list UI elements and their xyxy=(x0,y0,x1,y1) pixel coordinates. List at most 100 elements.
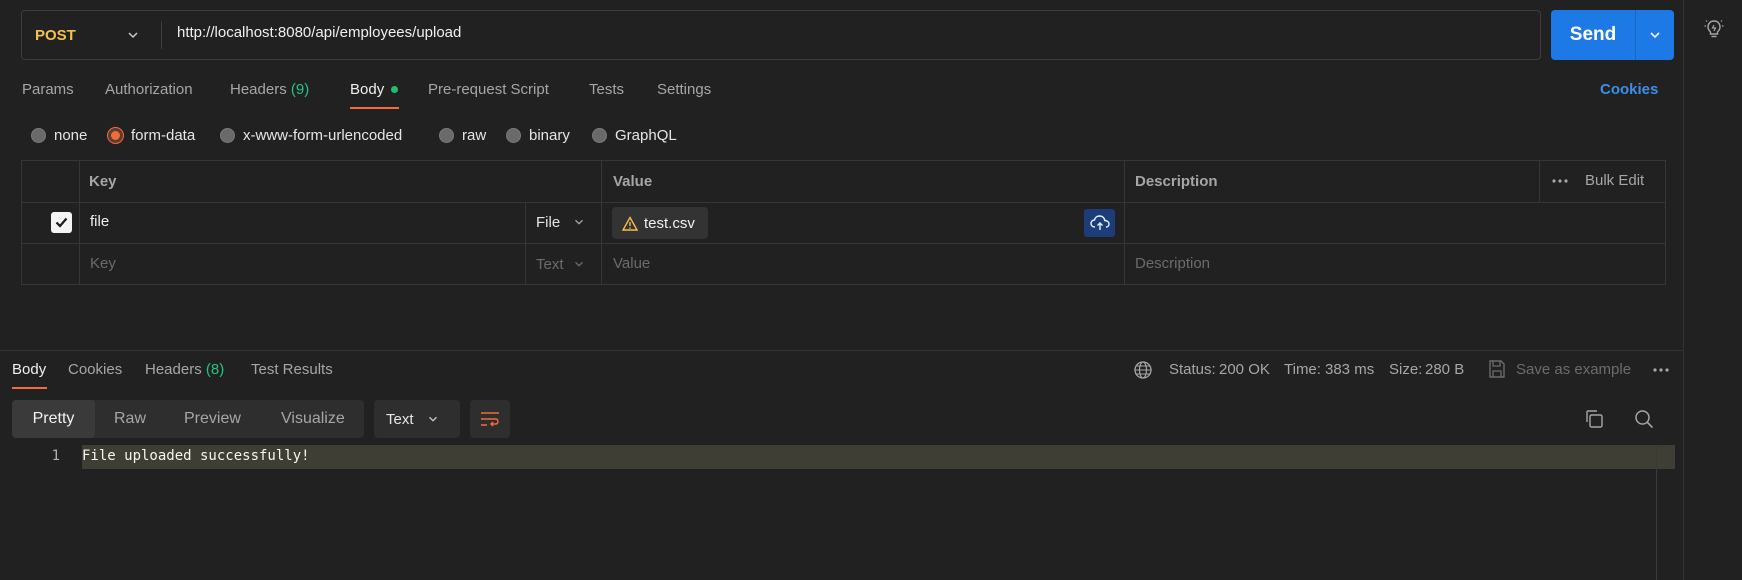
radio-form-data[interactable]: form-data xyxy=(108,127,195,144)
highlighted-line xyxy=(82,445,1675,469)
new-type-select[interactable]: Text xyxy=(536,256,564,273)
response-format-select[interactable]: Text xyxy=(374,400,460,438)
response-tab-body[interactable]: Body xyxy=(12,361,46,378)
radio-label: form-data xyxy=(131,127,196,144)
chevron-down-icon xyxy=(575,261,583,267)
divider xyxy=(21,202,1666,203)
body-modified-indicator xyxy=(391,86,398,93)
radio-label: x-www-form-urlencoded xyxy=(243,127,403,144)
lightbulb-icon[interactable] xyxy=(1703,18,1725,40)
time-label: Time: xyxy=(1284,361,1321,378)
warning-icon xyxy=(622,215,638,231)
tab-headers-label: Headers xyxy=(230,81,287,98)
form-data-table xyxy=(21,160,1666,285)
tab-prerequest-script[interactable]: Pre-request Script xyxy=(428,81,549,98)
divider xyxy=(79,160,80,285)
file-chip[interactable]: test.csv xyxy=(612,207,708,239)
chevron-down-icon xyxy=(575,219,583,225)
divider xyxy=(21,243,1666,244)
format-label: Text xyxy=(386,410,414,428)
tab-body[interactable]: Body xyxy=(350,81,384,98)
radio-x-www-form-urlencoded[interactable]: x-www-form-urlencoded xyxy=(220,127,402,144)
wrap-lines-button[interactable] xyxy=(470,400,510,438)
size-label: Size: xyxy=(1389,361,1423,378)
column-header-value: Value xyxy=(613,173,653,190)
pane-divider[interactable] xyxy=(0,350,1683,351)
radio-label: binary xyxy=(529,127,570,144)
upload-file-button[interactable] xyxy=(1084,209,1115,237)
radio-button[interactable] xyxy=(506,128,521,143)
tab-settings[interactable]: Settings xyxy=(657,81,711,98)
new-description-input[interactable]: Description xyxy=(1135,255,1210,272)
view-visualize-button[interactable]: Visualize xyxy=(281,410,345,428)
tab-headers[interactable]: Headers (9) xyxy=(230,81,309,98)
view-preview-button[interactable]: Preview xyxy=(184,410,241,428)
save-as-example-button[interactable]: Save as example xyxy=(1516,361,1631,378)
radio-label: raw xyxy=(462,127,487,144)
response-tab-headers-label: Headers xyxy=(145,361,202,378)
globe-icon[interactable] xyxy=(1133,360,1153,380)
copy-icon[interactable] xyxy=(1584,409,1604,429)
radio-none[interactable]: none xyxy=(31,127,87,144)
url-input[interactable] xyxy=(177,24,1477,41)
send-label: Send xyxy=(1569,24,1617,45)
response-headers-count: (8) xyxy=(205,361,225,378)
cookies-link[interactable]: Cookies xyxy=(1600,81,1658,98)
tab-tests[interactable]: Tests xyxy=(589,81,624,98)
chevron-down-icon xyxy=(128,32,138,39)
file-name: test.csv xyxy=(644,214,695,232)
radio-binary[interactable]: binary xyxy=(506,127,570,144)
time-value[interactable]: 383 ms xyxy=(1325,361,1374,378)
row-enabled-checkbox[interactable] xyxy=(51,212,72,233)
divider xyxy=(1539,160,1540,202)
send-options-button[interactable] xyxy=(1636,27,1674,43)
line-number: 1 xyxy=(51,448,60,464)
radio-button[interactable] xyxy=(592,128,607,143)
search-icon[interactable] xyxy=(1634,409,1654,429)
radio-button-selected[interactable] xyxy=(108,128,123,143)
radio-label: none xyxy=(54,127,88,144)
divider xyxy=(601,160,602,285)
radio-raw[interactable]: raw xyxy=(439,127,486,144)
more-options-icon[interactable] xyxy=(1551,173,1569,189)
radio-label: GraphQL xyxy=(615,127,677,144)
radio-button[interactable] xyxy=(31,128,46,143)
size-value[interactable]: 280 B xyxy=(1425,361,1464,378)
row-type-select[interactable]: File xyxy=(536,214,560,231)
cloud-upload-icon xyxy=(1089,215,1110,230)
chevron-down-icon xyxy=(1650,32,1660,39)
response-tab-headers[interactable]: Headers (8) xyxy=(145,361,224,378)
column-header-description: Description xyxy=(1135,173,1218,190)
new-key-input[interactable]: Key xyxy=(90,255,116,272)
divider xyxy=(1124,160,1125,285)
method-select[interactable]: POST xyxy=(21,10,161,60)
divider xyxy=(525,202,526,285)
tab-params[interactable]: Params xyxy=(22,81,74,98)
status-value[interactable]: 200 OK xyxy=(1219,361,1270,378)
radio-button[interactable] xyxy=(439,128,454,143)
tab-authorization[interactable]: Authorization xyxy=(105,81,193,98)
scrollbar[interactable] xyxy=(1656,445,1657,580)
response-tab-cookies[interactable]: Cookies xyxy=(68,361,122,378)
more-options-icon[interactable] xyxy=(1652,362,1670,378)
radio-graphql[interactable]: GraphQL xyxy=(592,127,677,144)
wrap-lines-icon xyxy=(481,412,499,427)
headers-count: (9) xyxy=(290,81,310,98)
row-key[interactable]: file xyxy=(90,213,109,230)
view-raw-button[interactable]: Raw xyxy=(114,410,146,428)
bulk-edit-button[interactable]: Bulk Edit xyxy=(1585,172,1644,189)
right-sidebar xyxy=(1683,0,1742,580)
active-tab-underline xyxy=(12,387,47,389)
check-icon xyxy=(55,217,68,228)
divider xyxy=(161,21,162,49)
response-body-text[interactable]: File uploaded successfully! xyxy=(82,448,310,464)
active-tab-underline xyxy=(350,107,399,109)
send-button[interactable]: Send xyxy=(1551,10,1674,60)
new-value-input[interactable]: Value xyxy=(613,255,650,272)
method-label: POST xyxy=(35,26,76,44)
chevron-down-icon xyxy=(428,416,437,422)
column-header-key: Key xyxy=(89,173,117,190)
view-pretty-button[interactable]: Pretty xyxy=(12,400,95,438)
response-tab-test-results[interactable]: Test Results xyxy=(251,361,333,378)
radio-button[interactable] xyxy=(220,128,235,143)
